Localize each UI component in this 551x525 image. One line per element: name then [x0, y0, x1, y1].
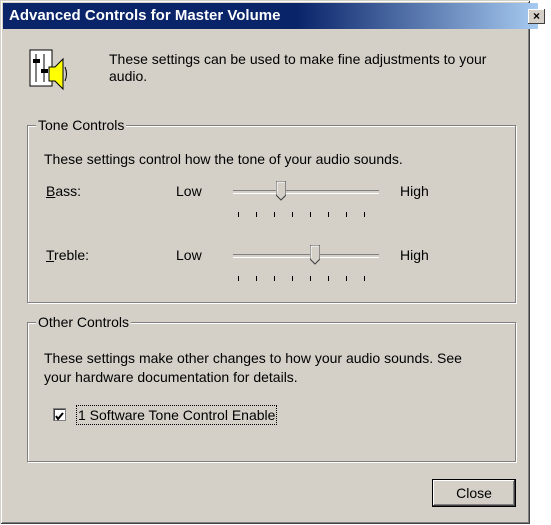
intro-text: These settings can be used to make fine … [109, 51, 487, 84]
bass-high-label: High [400, 183, 429, 199]
tone-controls-group: Tone Controls These settings control how… [27, 116, 516, 303]
tone-controls-title: Tone Controls [36, 116, 127, 134]
treble-low-label: Low [176, 247, 202, 263]
bass-slider-track[interactable] [233, 190, 379, 194]
dialog-window: Advanced Controls for Master Volume × Th… [0, 0, 545, 524]
other-description-line2: your hardware documentation for details. [44, 369, 298, 385]
bass-slider-thumb[interactable] [276, 181, 286, 201]
title-bar[interactable]: Advanced Controls for Master Volume [3, 3, 538, 29]
treble-slider-thumb[interactable] [310, 245, 320, 265]
bass-label: Bass: [46, 183, 82, 199]
treble-high-label: High [400, 247, 429, 263]
window-title: Advanced Controls for Master Volume [9, 7, 281, 24]
speaker-mixer-icon [29, 49, 67, 91]
treble-label: Treble: [46, 247, 90, 263]
checkmark-icon [55, 412, 64, 421]
other-controls-title: Other Controls [36, 313, 132, 331]
tone-control-checkbox-label[interactable]: 1 Software Tone Control Enable [76, 405, 278, 425]
bass-low-label: Low [176, 183, 202, 199]
other-controls-group: Other Controls These settings make other… [27, 313, 516, 462]
close-icon[interactable]: × [528, 9, 545, 24]
close-button[interactable]: Close [432, 479, 516, 507]
tone-description: These settings control how the tone of y… [44, 151, 403, 167]
tone-control-checkbox[interactable] [53, 408, 66, 421]
treble-slider-track[interactable] [233, 254, 379, 258]
other-description-line1: These settings make other changes to how… [44, 350, 462, 366]
